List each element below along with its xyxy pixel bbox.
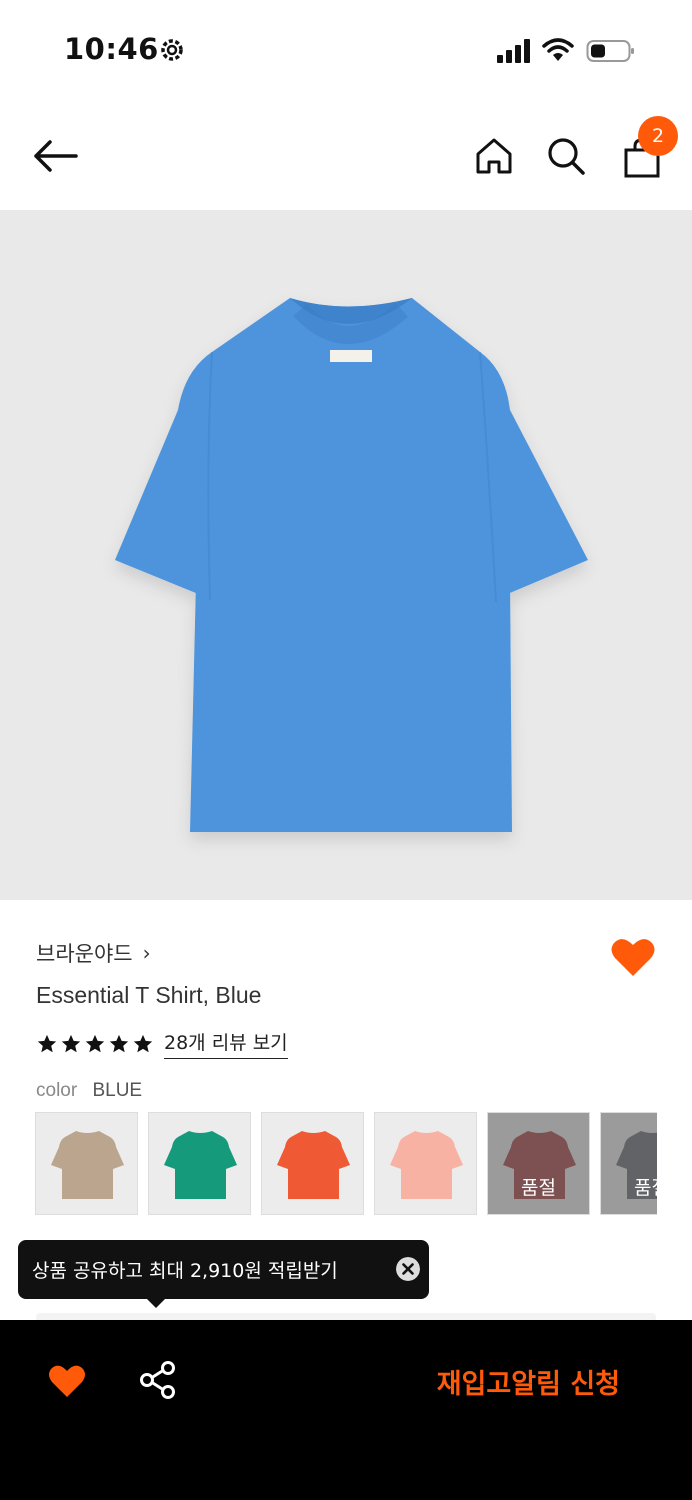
t-shirt-thumbnail xyxy=(164,1131,237,1199)
t-shirt-image xyxy=(115,298,588,832)
share-icon[interactable] xyxy=(138,1360,178,1400)
sold-out-label: 품절 xyxy=(634,1177,657,1199)
product-image[interactable] xyxy=(0,210,692,900)
status-bar: 10:46 xyxy=(0,0,692,100)
color-swatch[interactable] xyxy=(374,1112,477,1215)
star-icon xyxy=(85,1034,105,1052)
t-shirt-thumbnail xyxy=(277,1131,350,1199)
color-label: color xyxy=(36,1080,78,1101)
sold-out-label: 품절 xyxy=(521,1177,556,1199)
color-swatch[interactable] xyxy=(35,1112,138,1215)
home-icon[interactable] xyxy=(474,136,514,176)
t-shirt-thumbnail xyxy=(390,1131,463,1199)
star-icon xyxy=(37,1034,57,1052)
rating-stars xyxy=(36,1033,154,1055)
product-name: Essential T Shirt, Blue xyxy=(36,982,262,1008)
gear-icon xyxy=(161,39,183,61)
chevron-right-icon: › xyxy=(142,941,151,965)
color-swatch[interactable] xyxy=(261,1112,364,1215)
rating-row: 28개 리뷰 보기 xyxy=(36,1028,288,1059)
star-icon xyxy=(61,1034,81,1052)
restock-alert-button[interactable]: 재입고알림 신청 xyxy=(437,1362,620,1401)
signal-icon xyxy=(497,39,530,63)
color-swatch[interactable] xyxy=(148,1112,251,1215)
color-row: color BLUE xyxy=(36,1080,142,1102)
close-icon[interactable] xyxy=(396,1257,420,1281)
back-arrow-icon[interactable] xyxy=(30,136,82,176)
brand-name: 브라운야드 xyxy=(36,942,133,966)
status-time: 10:46 xyxy=(64,32,159,66)
share-reward-tooltip: 상품 공유하고 최대 2,910원 적립받기 xyxy=(18,1240,429,1299)
tooltip-arrow xyxy=(146,1298,166,1308)
color-swatch[interactable]: 품절 xyxy=(487,1112,590,1215)
battery-icon xyxy=(586,40,634,62)
search-icon[interactable] xyxy=(546,136,586,176)
cart-count-badge: 2 xyxy=(638,116,678,156)
brand-link[interactable]: 브라운야드 › xyxy=(36,938,151,968)
t-shirt-thumbnail xyxy=(51,1131,124,1199)
star-icon xyxy=(133,1034,153,1052)
wifi-icon xyxy=(542,38,574,61)
color-value: BLUE xyxy=(92,1080,143,1101)
color-swatch[interactable]: 품절 xyxy=(600,1112,657,1215)
top-nav xyxy=(0,100,692,210)
tooltip-text: 상품 공유하고 최대 2,910원 적립받기 xyxy=(32,1260,338,1282)
wishlist-heart-icon[interactable] xyxy=(48,1364,86,1398)
wishlist-heart-icon[interactable] xyxy=(610,936,656,978)
bottom-action-bar: 재입고알림 신청 xyxy=(0,1320,692,1500)
star-icon xyxy=(109,1034,129,1052)
color-swatches: 품절 품절 xyxy=(35,1112,657,1215)
reviews-link[interactable]: 28개 리뷰 보기 xyxy=(164,1028,288,1059)
